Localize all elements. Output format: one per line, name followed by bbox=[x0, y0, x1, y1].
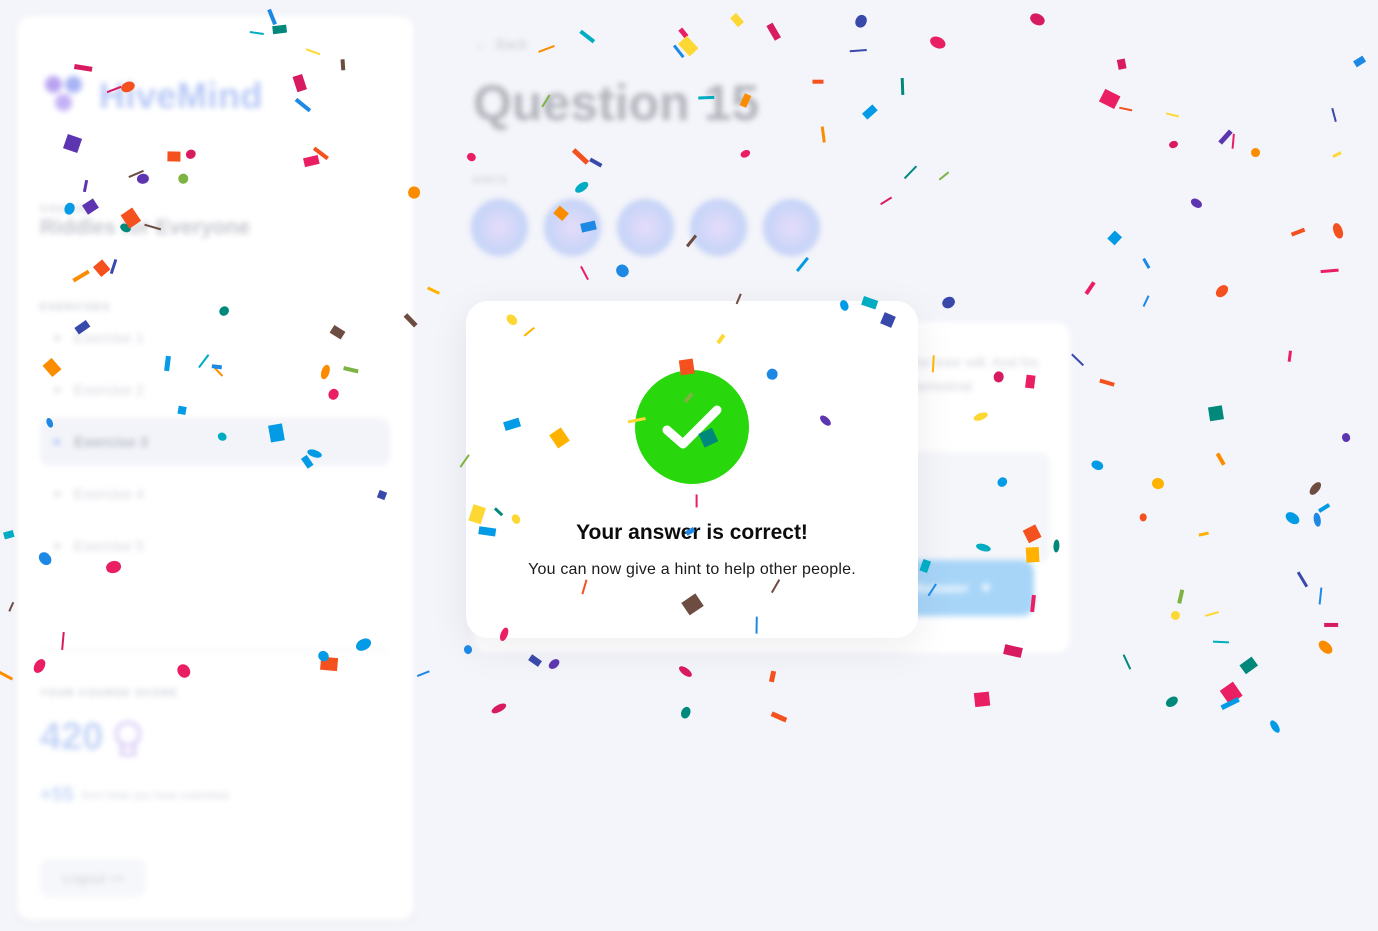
bullet-icon bbox=[54, 543, 60, 549]
course-name: Riddles for Everyone bbox=[40, 216, 251, 239]
award-icon bbox=[113, 720, 142, 756]
hint-bubble[interactable] bbox=[471, 199, 528, 256]
exercise-label: Exercise 1 bbox=[74, 329, 145, 347]
bullet-icon bbox=[54, 491, 60, 497]
success-modal: Your answer is correct! You can now give… bbox=[466, 301, 918, 638]
course-label: COURSE bbox=[40, 204, 92, 215]
score-delta-value: +55 bbox=[40, 784, 74, 806]
score-label: YOUR COURSE SCORE bbox=[40, 688, 179, 699]
exercise-label: Exercise 5 bbox=[74, 537, 145, 555]
hints-label: HINTS bbox=[473, 175, 508, 185]
hint-bubble[interactable] bbox=[763, 199, 820, 256]
submit-label: Answer bbox=[914, 579, 969, 597]
brand-name: HiveMind bbox=[99, 75, 264, 116]
exercise-list: Exercise 1 Exercise 2 Exercise 3 Exercis… bbox=[40, 314, 390, 574]
logout-icon: ↦ bbox=[111, 869, 124, 886]
hint-bubble[interactable] bbox=[690, 199, 747, 256]
arrow-left-icon: ← bbox=[474, 36, 488, 52]
exercise-item-4[interactable]: Exercise 4 bbox=[40, 470, 390, 518]
modal-message: You can now give a hint to help other pe… bbox=[528, 561, 856, 578]
hint-list bbox=[471, 199, 820, 256]
hint-bubble[interactable] bbox=[544, 199, 601, 256]
send-icon: ▼ bbox=[978, 579, 994, 597]
exercise-label: Exercise 4 bbox=[74, 485, 145, 503]
question-title: Question 15 bbox=[473, 75, 760, 131]
logo: HiveMind bbox=[43, 74, 263, 118]
score-delta-text: from hints you have submitted bbox=[81, 789, 229, 802]
exercise-label: Exercise 2 bbox=[74, 381, 145, 399]
success-badge bbox=[635, 370, 749, 484]
exercise-item-1[interactable]: Exercise 1 bbox=[40, 314, 390, 362]
hint-bubble[interactable] bbox=[617, 199, 674, 256]
hive-logo-icon bbox=[43, 74, 89, 118]
riddle-text: for ever will. And his terrestrial bbox=[914, 354, 1039, 394]
back-label: Back bbox=[496, 36, 528, 52]
back-link[interactable]: ← Back bbox=[474, 36, 527, 52]
modal-title: Your answer is correct! bbox=[576, 521, 808, 544]
score-delta: +55 from hints you have submitted bbox=[40, 784, 229, 807]
sidebar: HiveMind COURSE Riddles for Everyone EXE… bbox=[17, 16, 414, 920]
exercise-item-5[interactable]: Exercise 5 bbox=[40, 522, 390, 570]
check-icon bbox=[662, 405, 722, 449]
score-value: 420 bbox=[40, 716, 104, 758]
bullet-icon bbox=[54, 439, 60, 445]
logout-label: Logout bbox=[62, 870, 106, 886]
exercise-item-3[interactable]: Exercise 3 bbox=[40, 418, 390, 466]
divider bbox=[40, 650, 390, 651]
exercises-label: EXERCISES bbox=[40, 302, 111, 313]
exercise-label: Exercise 3 bbox=[74, 433, 149, 451]
exercise-item-2[interactable]: Exercise 2 bbox=[40, 366, 390, 414]
bullet-icon bbox=[54, 335, 60, 341]
course-score: 420 bbox=[40, 716, 142, 759]
bullet-icon bbox=[54, 387, 60, 393]
logout-button[interactable]: Logout ↦ bbox=[40, 859, 146, 897]
